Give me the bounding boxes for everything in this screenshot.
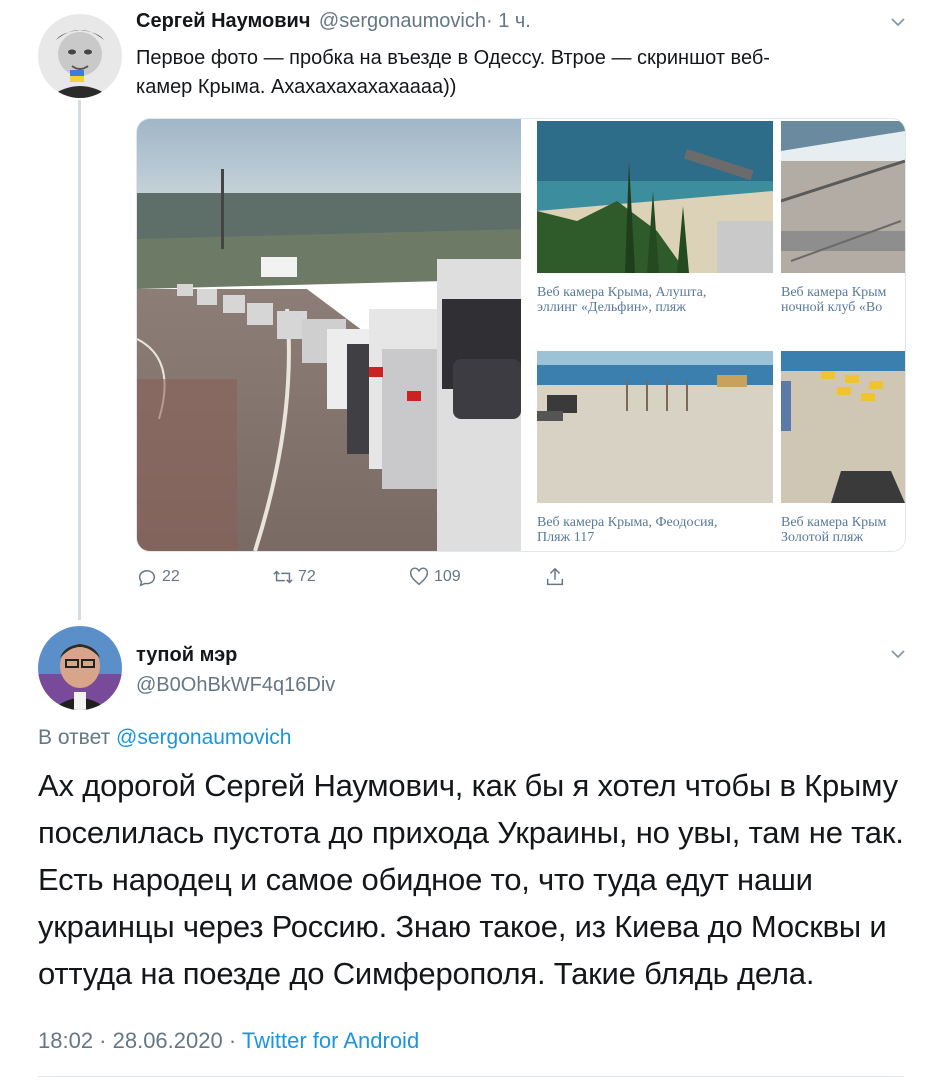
tweet-text-line: Ах дорогой Сергей Наумович, как бы я хот…: [38, 768, 898, 803]
reply-count: 22: [162, 568, 180, 585]
webcam-nightclub-photo[interactable]: [780, 121, 905, 273]
share-action[interactable]: [544, 566, 566, 588]
reply-to-label: В ответ: [38, 726, 111, 749]
share-icon: [546, 567, 564, 586]
webcam-alushta-photo[interactable]: [537, 121, 773, 273]
author-handle[interactable]: @B0OhBkWF4q16Div: [136, 674, 335, 697]
avatar-tupoy-mer[interactable]: [38, 626, 122, 710]
thread-connector-line: [78, 100, 81, 620]
webcam-caption-feodosia: Веб камера Крыма, Феодосия, Пляж 117: [537, 515, 718, 545]
tweet-time[interactable]: · 1 ч.: [486, 10, 531, 32]
webcam-golden-beach-photo[interactable]: [781, 351, 905, 503]
tweet-source-link[interactable]: Twitter for Android: [242, 1028, 419, 1053]
chevron-down-icon[interactable]: [888, 12, 908, 37]
tweet-text-line: Первое фото — пробка на въезде в Одессу.…: [136, 47, 770, 69]
author-handle[interactable]: @sergonaumovich: [319, 10, 486, 32]
tweet-metadata: 18:02 · 28.06.2020 · Twitter for Android: [38, 1028, 419, 1054]
reply-to-line: В ответ @sergonaumovich: [38, 726, 291, 750]
tweet-text-line: украинцы через Россию. Знаю такое, из Ки…: [38, 909, 887, 944]
tweet1-media[interactable]: Веб камера Крыма, Алушта, эллинг «Дельфи…: [136, 118, 906, 552]
tweet1-header: Сергей Наумович @sergonaumovich· 1 ч.: [136, 10, 531, 33]
like-action[interactable]: 109: [408, 566, 461, 588]
tweet-text-line: Есть народец и самое обидное то, что туд…: [38, 862, 813, 897]
traffic-jam-photo[interactable]: [137, 119, 521, 551]
tweet-timestamp[interactable]: 18:02 · 28.06.2020 ·: [38, 1028, 236, 1053]
reply-action[interactable]: 22: [136, 566, 180, 588]
retweet-action[interactable]: 72: [272, 566, 316, 588]
avatar-sergey[interactable]: [38, 14, 122, 98]
tweet-text-line: оттуда на поезде до Симферополя. Такие б…: [38, 956, 815, 991]
reply-icon: [138, 570, 156, 587]
webcam-caption-golden-beach: Веб камера Крым Золотой пляж: [781, 515, 887, 545]
author-name[interactable]: Сергей Наумович: [136, 10, 310, 32]
chevron-down-icon[interactable]: [888, 644, 908, 669]
webcam-caption-alushta: Веб камера Крыма, Алушта, эллинг «Дельфи…: [537, 285, 707, 315]
webcam-feodosia-photo[interactable]: [537, 351, 773, 503]
retweet-icon: [273, 570, 293, 584]
tweet2-text: Ах дорогой Сергей Наумович, как бы я хот…: [38, 762, 918, 997]
webcam-caption-nightclub: Веб камера Крым ночной клуб «Во: [781, 285, 887, 315]
tweet1-text: Первое фото — пробка на въезде в Одессу.…: [136, 44, 906, 102]
tweet-text-line: камер Крыма. Ахахахахахахаааа)): [136, 76, 457, 98]
media-divider: [521, 119, 537, 551]
tweet-text-line: поселилась пустота до прихода Украины, н…: [38, 815, 904, 850]
bottom-divider: [38, 1076, 904, 1077]
retweet-count: 72: [298, 568, 316, 585]
reply-to-handle-link[interactable]: @sergonaumovich: [116, 726, 291, 749]
author-name[interactable]: тупой мэр: [136, 644, 237, 667]
like-count: 109: [434, 568, 461, 585]
like-icon: [409, 567, 429, 586]
